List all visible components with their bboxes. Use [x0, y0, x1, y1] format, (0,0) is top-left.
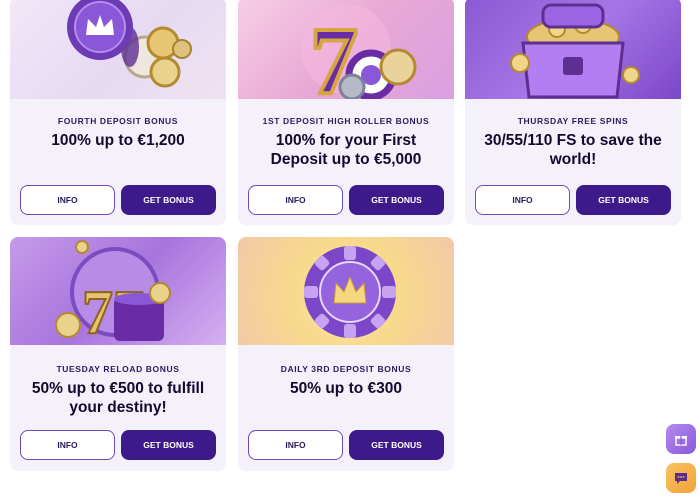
- promo-title: 50% up to €500 to fulfill your destiny!: [31, 380, 205, 416]
- gift-button[interactable]: [666, 424, 696, 454]
- promo-kicker: DAILY 3RD DEPOSIT BONUS: [280, 364, 412, 374]
- promo-actions: INFO GET BONUS: [20, 430, 216, 460]
- promotions-page: FOURTH DEPOSIT BONUS 100% up to €1,200 I…: [0, 0, 700, 500]
- promo-kicker: 1ST DEPOSIT HIGH ROLLER BONUS: [262, 116, 430, 126]
- info-button[interactable]: INFO: [20, 185, 115, 215]
- promo-actions: INFO GET BONUS: [20, 185, 216, 215]
- chat-button[interactable]: [666, 463, 696, 493]
- get-bonus-button[interactable]: GET BONUS: [349, 430, 444, 460]
- promo-card-fourth-deposit: FOURTH DEPOSIT BONUS 100% up to €1,200 I…: [10, 0, 226, 225]
- promo-image-casino-chip: [238, 237, 454, 345]
- promo-kicker: THURSDAY FREE SPINS: [517, 116, 629, 126]
- get-bonus-button[interactable]: GET BONUS: [121, 185, 216, 215]
- promo-body: 1ST DEPOSIT HIGH ROLLER BONUS 100% for y…: [238, 116, 454, 169]
- promo-image-double-seven: 77: [10, 237, 226, 345]
- promo-title: 100% up to €1,200: [51, 132, 185, 149]
- info-button[interactable]: INFO: [475, 185, 570, 215]
- promo-title: 30/55/110 FS to save the world!: [484, 132, 662, 168]
- chat-icon: [675, 473, 687, 484]
- info-button[interactable]: INFO: [20, 430, 115, 460]
- promo-body: DAILY 3RD DEPOSIT BONUS 50% up to €300: [238, 364, 454, 398]
- promo-kicker: TUESDAY RELOAD BONUS: [56, 364, 180, 374]
- get-bonus-button[interactable]: GET BONUS: [121, 430, 216, 460]
- promo-title: 50% up to €300: [290, 380, 402, 397]
- promo-body: FOURTH DEPOSIT BONUS 100% up to €1,200: [10, 116, 226, 150]
- promo-image-crown-coins: [10, 0, 226, 99]
- gift-icon: [675, 436, 687, 446]
- get-bonus-button[interactable]: GET BONUS: [576, 185, 671, 215]
- promo-title: 100% for your First Deposit up to €5,000: [270, 132, 422, 168]
- promo-body: TUESDAY RELOAD BONUS 50% up to €500 to f…: [10, 364, 226, 417]
- get-bonus-button[interactable]: GET BONUS: [349, 185, 444, 215]
- promo-body: THURSDAY FREE SPINS 30/55/110 FS to save…: [465, 116, 681, 169]
- info-button[interactable]: INFO: [248, 185, 343, 215]
- promo-image-treasure-chest: [465, 0, 681, 99]
- promo-card-high-roller: 7 1ST DEPOSIT HIGH ROLLER BONUS 100% for…: [238, 0, 454, 225]
- promo-actions: INFO GET BONUS: [248, 430, 444, 460]
- promo-actions: INFO GET BONUS: [475, 185, 671, 215]
- info-button[interactable]: INFO: [248, 430, 343, 460]
- promo-card-daily-third-deposit: DAILY 3RD DEPOSIT BONUS 50% up to €300 I…: [238, 237, 454, 471]
- promo-actions: INFO GET BONUS: [248, 185, 444, 215]
- promo-card-thursday-free-spins: THURSDAY FREE SPINS 30/55/110 FS to save…: [465, 0, 681, 225]
- promo-image-lucky-seven: 7: [238, 0, 454, 99]
- promo-kicker: FOURTH DEPOSIT BONUS: [57, 116, 179, 126]
- promo-card-tuesday-reload: 77 TUESDAY RELOAD BONUS 50% up to €500 t…: [10, 237, 226, 471]
